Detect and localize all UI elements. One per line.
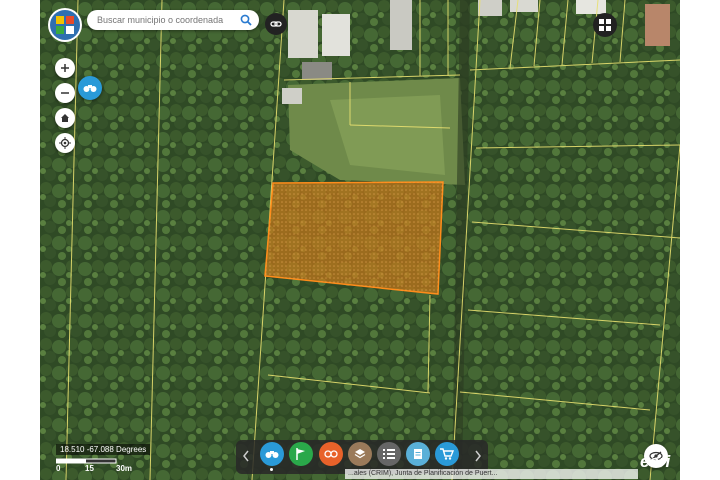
- puzzle-logo-icon: [56, 16, 74, 34]
- search-bar: [87, 10, 259, 30]
- plus-icon: [61, 64, 69, 72]
- app-logo[interactable]: [50, 10, 80, 40]
- identify-button[interactable]: [78, 76, 102, 100]
- print-icon: [414, 449, 422, 459]
- chevron-right-icon[interactable]: [474, 450, 482, 462]
- home-icon: [61, 114, 69, 122]
- zoom-out-button[interactable]: [55, 83, 75, 103]
- grid-icon: [599, 19, 611, 31]
- locate-icon: [59, 137, 71, 149]
- layers-icon: [354, 449, 366, 459]
- search-button[interactable]: [235, 11, 257, 29]
- link-icon: [270, 21, 282, 27]
- locate-button[interactable]: [55, 133, 75, 153]
- minus-icon: [61, 92, 69, 94]
- scale-label-start: 0: [56, 464, 61, 473]
- tool-cart[interactable]: [435, 442, 459, 466]
- search-input[interactable]: [95, 14, 239, 26]
- link-button[interactable]: [265, 13, 287, 35]
- tool-identify[interactable]: [260, 442, 284, 466]
- active-tool-indicator: [270, 468, 273, 471]
- zoom-in-button[interactable]: [55, 58, 75, 78]
- map-view[interactable]: [40, 0, 680, 480]
- flag-icon: [296, 448, 305, 460]
- binoculars-icon: [83, 85, 97, 92]
- basemap-gallery-button[interactable]: [593, 13, 617, 37]
- tool-flag[interactable]: [289, 442, 313, 466]
- esri-logo: esri: [640, 452, 671, 471]
- cart-icon: [440, 448, 454, 460]
- legend-list-icon: [383, 449, 395, 459]
- tool-layers[interactable]: [348, 442, 372, 466]
- chevron-left-icon[interactable]: [242, 450, 250, 462]
- tool-print[interactable]: [406, 442, 430, 466]
- search-icon: [240, 14, 252, 26]
- map-attribution: ...ales (CRIM), Junta de Planificación d…: [345, 469, 638, 479]
- scale-label-mid: 15: [85, 464, 94, 473]
- measure-icon: [324, 450, 338, 458]
- tool-legend[interactable]: [377, 442, 401, 466]
- coordinate-readout: 18.510 -67.088 Degrees: [56, 444, 151, 455]
- home-button[interactable]: [55, 108, 75, 128]
- tool-measure[interactable]: [319, 442, 343, 466]
- binoculars-icon: [265, 451, 279, 458]
- scale-label-end: 30m: [116, 464, 133, 473]
- selected-parcel[interactable]: [40, 0, 680, 480]
